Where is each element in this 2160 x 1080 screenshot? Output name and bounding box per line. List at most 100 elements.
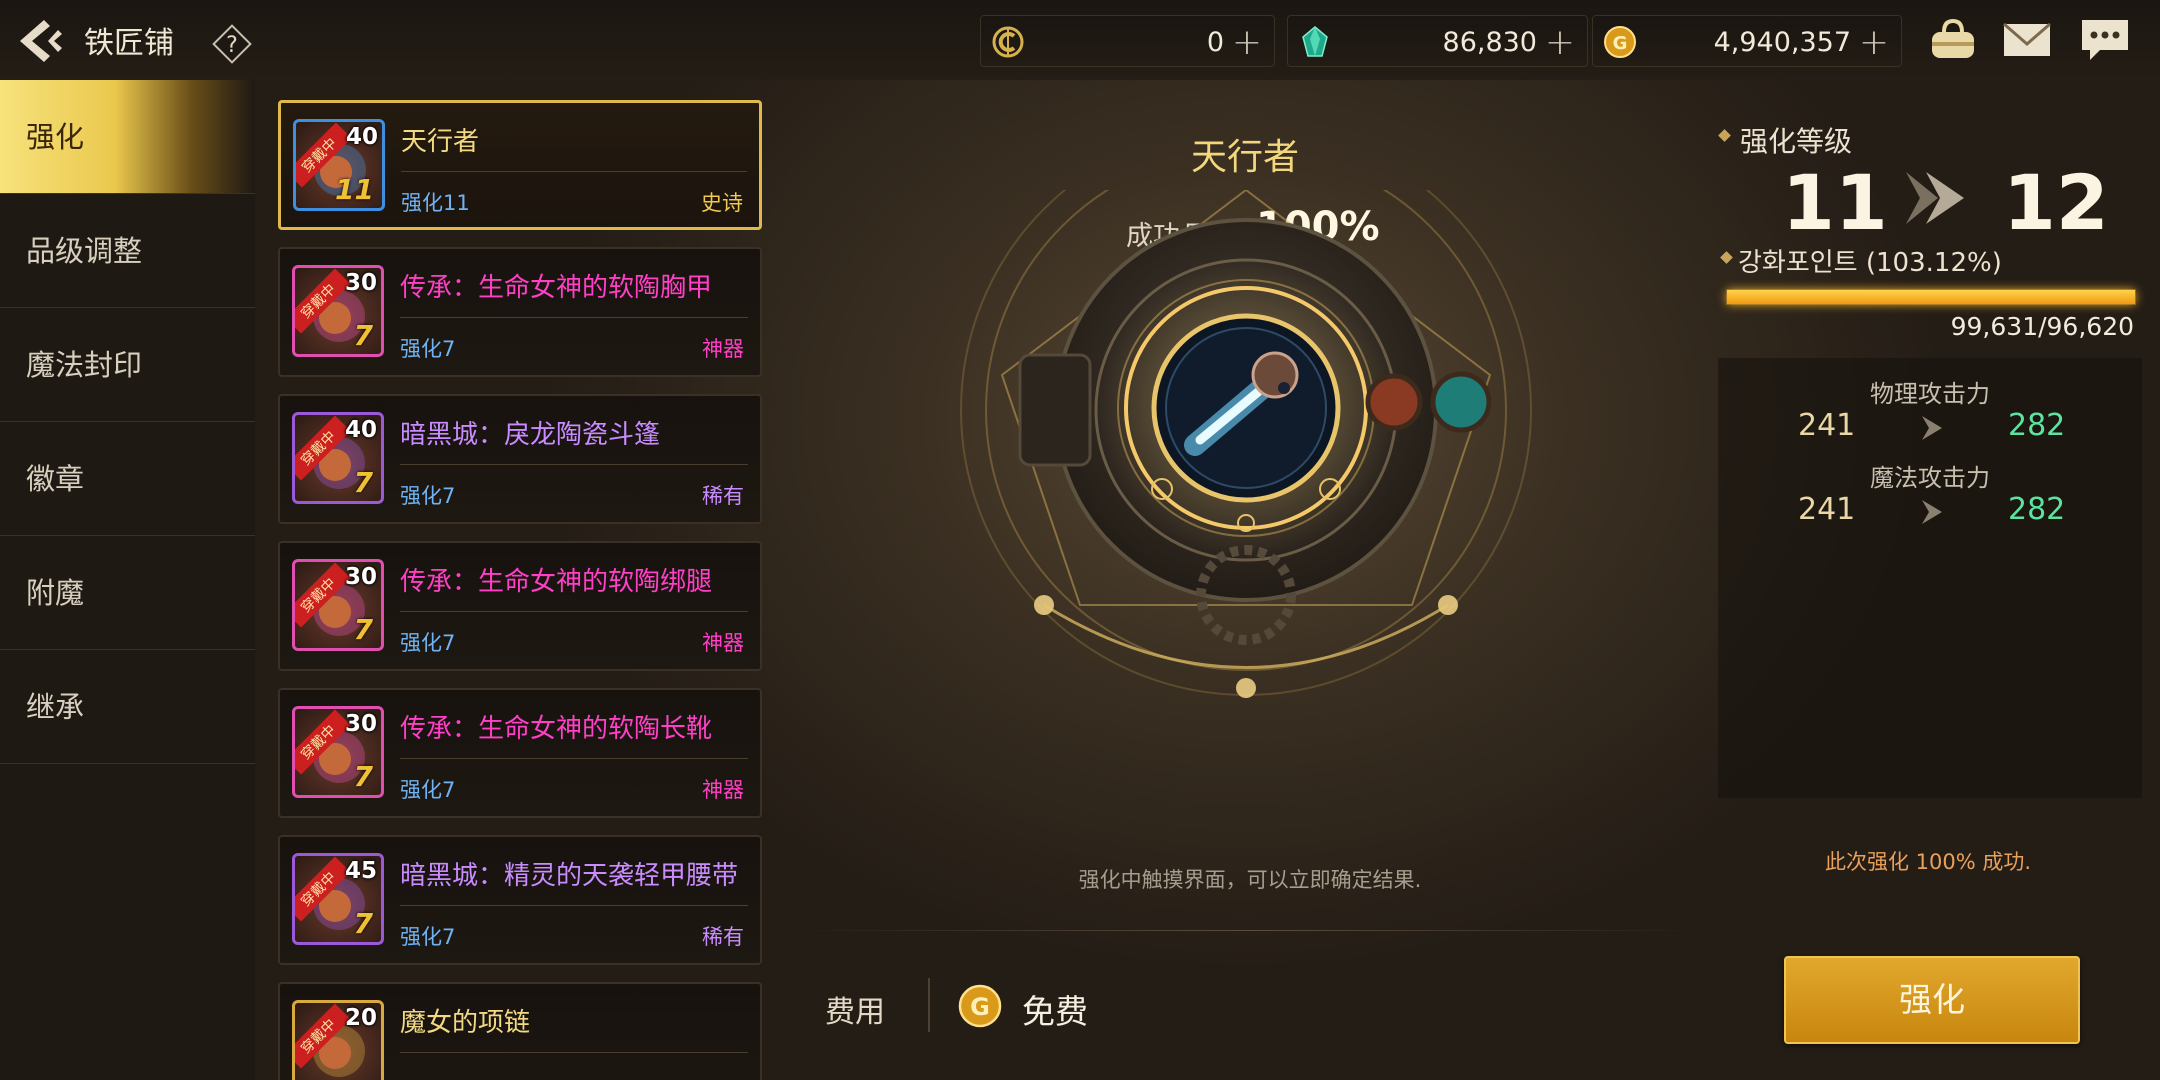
chevron-right-icon — [1922, 500, 1942, 524]
chat-icon — [2082, 20, 2128, 60]
equipment-card[interactable]: 穿戴中 30 7 传承：生命女神的软陶胸甲 强化7 神器 — [278, 247, 762, 377]
item-name: 天行者 — [401, 127, 480, 157]
item-enhance-level: 强化7 — [400, 484, 456, 508]
divider — [800, 930, 1700, 931]
add-currency-button[interactable]: + — [1545, 22, 1575, 63]
equipment-card[interactable]: 穿戴中 30 7 传承：生命女神的软陶长靴 强化7 神器 — [278, 688, 762, 818]
level-arrow-icon — [1906, 172, 1964, 224]
stat-value-next: 282 — [2008, 408, 2066, 443]
enhance-points-label: 강화포인트 (103.12%) — [1738, 248, 2002, 278]
stat-change-panel: 物理攻击力 241 282 魔法攻击力 241 282 — [1718, 358, 2142, 798]
item-level: 40 — [345, 124, 378, 150]
divider — [400, 464, 748, 465]
chevron-right-icon — [1922, 416, 1942, 440]
chat-button[interactable] — [2078, 16, 2132, 64]
mail-button[interactable] — [2000, 16, 2054, 64]
enhance-hint-text: 强化中触摸界面，可以立即确定结果. — [1078, 868, 1422, 892]
divider — [400, 905, 748, 906]
c-token-icon — [992, 26, 1024, 58]
equipment-card[interactable]: 穿戴中 40 11 天行者 强化11 史诗 — [278, 100, 762, 230]
bullet-diamond-icon — [1720, 251, 1733, 264]
item-level: 45 — [344, 858, 377, 884]
equipment-card[interactable]: 穿戴中 45 7 暗黑城：精灵的天袭轻甲腰带 强化7 稀有 — [278, 835, 762, 965]
item-thumbnail: 穿戴中 40 11 — [293, 119, 385, 211]
item-grade: 史诗 — [701, 191, 743, 215]
enhance-button[interactable]: 强化 — [1784, 956, 2080, 1044]
nav-item-enhance[interactable]: 强化 — [0, 80, 255, 194]
back-button[interactable] — [14, 14, 68, 68]
item-name: 传承：生命女神的软陶长靴 — [400, 714, 713, 744]
green-crystal-icon — [1302, 26, 1328, 57]
currency-value: 4,940,357 — [1713, 27, 1851, 58]
currency-c-token: 0 + — [980, 15, 1275, 67]
equipment-card[interactable]: 穿戴中 20 魔女的项链 — [278, 982, 762, 1080]
stat-value-next: 282 — [2008, 492, 2066, 527]
stat-name: 物理攻击力 — [1870, 380, 1990, 408]
item-thumbnail: 穿戴中 20 — [292, 1000, 384, 1080]
item-thumbnail: 穿戴中 30 7 — [292, 265, 384, 357]
page-title: 铁匠铺 — [84, 26, 174, 61]
equipment-list[interactable]: 穿戴中 40 11 天行者 强化11 史诗 穿戴中 30 7 传承：生命女神的软陶胸甲 强化7 神器穿… — [278, 100, 764, 1080]
help-icon: ? — [212, 24, 252, 64]
svg-text:G: G — [970, 993, 990, 1021]
enhance-badge: 7 — [353, 760, 373, 793]
add-currency-button[interactable]: + — [1859, 22, 1889, 63]
item-level: 40 — [344, 417, 377, 443]
nav-item-inherit[interactable]: 继承 — [0, 650, 255, 764]
divider — [400, 758, 748, 759]
stat-name: 魔法攻击力 — [1870, 464, 1990, 492]
success-note: 此次强化 100% 成功. — [1825, 850, 2032, 874]
svg-text:G: G — [1613, 33, 1628, 54]
add-currency-button[interactable]: + — [1232, 22, 1262, 63]
item-enhance-level: 强化7 — [400, 778, 456, 802]
item-name: 传承：生命女神的软陶胸甲 — [400, 273, 713, 303]
inventory-bag-button[interactable] — [1926, 16, 1980, 64]
nav-item-grade-adjust[interactable]: 品级调整 — [0, 194, 255, 308]
bag-icon — [1932, 18, 1974, 58]
item-thumbnail: 穿戴中 30 7 — [292, 706, 384, 798]
back-arrow-icon — [20, 20, 62, 62]
divider — [400, 611, 748, 612]
equipment-card[interactable]: 穿戴中 30 7 传承：生命女神的软陶绑腿 强化7 神器 — [278, 541, 762, 671]
divider — [400, 317, 748, 318]
mail-icon — [2003, 22, 2051, 56]
nav-item-enchant[interactable]: 附魔 — [0, 536, 255, 650]
enhance-level-next: 12 — [2003, 158, 2109, 247]
currency-crystal: 86,830 + — [1287, 15, 1588, 67]
item-grade: 神器 — [702, 631, 744, 655]
equipment-card[interactable]: 穿戴中 40 7 暗黑城：戾龙陶瓷斗篷 强化7 稀有 — [278, 394, 762, 524]
enhance-points-value: 99,631/96,620 — [1950, 312, 2134, 341]
nav-item-emblem[interactable]: 徽章 — [0, 422, 255, 536]
cost-label: 费用 — [825, 995, 885, 1030]
item-name: 魔女的项链 — [400, 1008, 531, 1038]
bullet-diamond-icon — [1718, 129, 1731, 142]
item-grade: 神器 — [702, 778, 744, 802]
item-enhance-level: 强化7 — [400, 925, 456, 949]
enhance-badge: 7 — [353, 466, 373, 499]
item-grade: 稀有 — [702, 484, 744, 508]
item-thumbnail: 穿戴中 45 7 — [292, 853, 384, 945]
help-button[interactable]: ? — [210, 22, 254, 66]
item-name: 暗黑城：精灵的天袭轻甲腰带 — [400, 861, 739, 891]
item-level: 30 — [344, 270, 377, 296]
item-thumbnail: 穿戴中 40 7 — [292, 412, 384, 504]
divider — [400, 1052, 748, 1053]
svg-text:?: ? — [226, 33, 238, 58]
item-level: 30 — [344, 711, 377, 737]
enhance-magic-circle — [960, 190, 1532, 698]
item-grade: 神器 — [702, 337, 744, 361]
item-enhance-level: 强化11 — [401, 191, 470, 215]
stat-value-current: 241 — [1798, 408, 1856, 443]
item-name: 传承：生命女神的软陶绑腿 — [400, 567, 713, 597]
enhance-badge: 7 — [353, 319, 373, 352]
sidebar-nav: 强化 品级调整 魔法封印 徽章 附魔 继承 — [0, 80, 255, 1080]
item-grade: 稀有 — [702, 925, 744, 949]
item-enhance-level: 强化7 — [400, 631, 456, 655]
item-name: 暗黑城：戾龙陶瓷斗篷 — [400, 420, 661, 450]
nav-item-magic-seal[interactable]: 魔法封印 — [0, 308, 255, 422]
enhance-badge: 11 — [335, 173, 374, 206]
gold-coin-icon: G — [958, 984, 1002, 1028]
enhance-badge: 7 — [353, 907, 373, 940]
currency-value: 0 — [1206, 27, 1224, 58]
enhance-points-bar — [1726, 289, 2136, 305]
